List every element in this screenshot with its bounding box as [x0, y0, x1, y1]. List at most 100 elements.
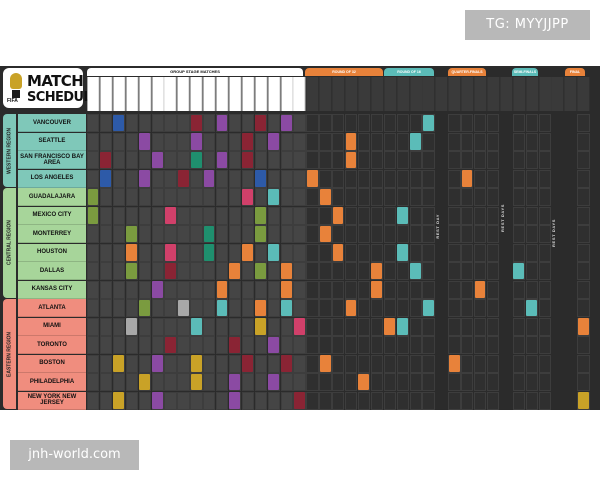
grid-cell	[357, 299, 371, 317]
grid-cell	[448, 132, 461, 151]
grid-cell	[409, 391, 422, 410]
grid-cell	[87, 299, 100, 317]
grid-cell	[267, 169, 280, 188]
grid-cell	[486, 354, 500, 373]
match-marker	[100, 151, 112, 168]
grid-cell	[448, 151, 461, 169]
grid-cell	[525, 243, 538, 262]
date-header-cell	[216, 77, 229, 111]
grid-cell	[538, 373, 551, 391]
grid-cell	[461, 243, 474, 262]
grid-cell	[164, 317, 177, 336]
grid-cell	[448, 336, 461, 354]
grid-cell	[525, 169, 538, 188]
grid-cell	[267, 317, 280, 336]
grid-cell	[112, 151, 126, 169]
grid-cell	[112, 225, 126, 243]
grid-cell	[538, 188, 551, 206]
grid-cell	[474, 243, 487, 262]
grid-cell	[319, 114, 332, 132]
grid-cell	[280, 169, 293, 188]
grid-cell	[228, 299, 242, 317]
grid-cell	[228, 206, 242, 225]
grid-cell	[241, 299, 255, 317]
grid-cell	[125, 114, 139, 132]
date-header-cell	[551, 77, 564, 111]
grid-cell	[422, 243, 435, 262]
grid-cell	[112, 262, 126, 280]
grid-cell	[396, 132, 409, 151]
date-header-cell	[370, 77, 384, 111]
grid-cell	[267, 114, 280, 132]
grid-cell	[577, 151, 590, 169]
grid-cell	[254, 280, 268, 299]
grid-cell	[280, 132, 293, 151]
grid-cell	[525, 151, 538, 169]
grid-cell	[87, 280, 100, 299]
date-header-cell	[177, 77, 190, 111]
grid-cell	[138, 225, 151, 243]
grid-cell	[177, 225, 190, 243]
match-marker	[255, 262, 267, 279]
city-label: SAN FRANCISCO BAY AREA	[18, 151, 86, 169]
group-stage-header: GROUP STAGE MATCHES	[87, 68, 303, 76]
grid-cell	[538, 262, 551, 280]
rest-day-column	[551, 114, 564, 408]
grid-cell	[345, 336, 358, 354]
grid-cell	[396, 262, 409, 280]
grid-cell	[267, 262, 280, 280]
grid-cell	[177, 188, 190, 206]
grid-cell	[525, 317, 538, 336]
grid-cell	[409, 373, 422, 391]
grid-cell	[99, 188, 113, 206]
grid-cell	[216, 336, 229, 354]
grid-cell	[486, 336, 500, 354]
grid-cell	[112, 132, 126, 151]
match-marker	[113, 355, 125, 372]
grid-cell	[138, 206, 151, 225]
grid-cell	[190, 243, 203, 262]
grid-cell	[538, 336, 551, 354]
grid-cell	[538, 299, 551, 317]
grid-cell	[319, 169, 332, 188]
grid-cell	[99, 373, 113, 391]
grid-cell	[99, 262, 113, 280]
grid-cell	[254, 354, 268, 373]
grid-cell	[486, 114, 500, 132]
match-marker	[177, 299, 189, 316]
match-marker	[513, 262, 525, 279]
grid-cell	[138, 354, 151, 373]
grid-cell	[383, 114, 397, 132]
grid-cell	[474, 317, 487, 336]
match-marker	[139, 373, 150, 390]
city-label: DALLAS	[18, 262, 86, 280]
grid-cell	[332, 188, 345, 206]
grid-cell	[293, 169, 306, 188]
grid-cell	[332, 280, 345, 299]
grid-cell	[151, 336, 164, 354]
grid-cell	[448, 317, 461, 336]
grid-cell	[293, 299, 306, 317]
grid-cell	[164, 391, 177, 410]
grid-cell	[461, 151, 474, 169]
date-header-cell	[448, 77, 461, 111]
grid-cell	[241, 391, 255, 410]
grid-cell	[396, 299, 409, 317]
match-marker	[281, 262, 292, 279]
grid-cell	[228, 132, 242, 151]
grid-cell	[409, 206, 422, 225]
grid-cell	[319, 243, 332, 262]
grid-cell	[486, 391, 500, 410]
grid-cell	[474, 262, 487, 280]
grid-cell	[254, 132, 268, 151]
grid-cell	[332, 225, 345, 243]
match-marker	[306, 170, 318, 187]
grid-cell	[306, 188, 319, 206]
grid-cell	[370, 169, 384, 188]
grid-cell	[164, 188, 177, 206]
grid-cell	[538, 225, 551, 243]
grid-cell	[87, 169, 100, 188]
match-marker	[319, 225, 331, 242]
grid-cell	[383, 132, 397, 151]
grid-cell	[332, 151, 345, 169]
